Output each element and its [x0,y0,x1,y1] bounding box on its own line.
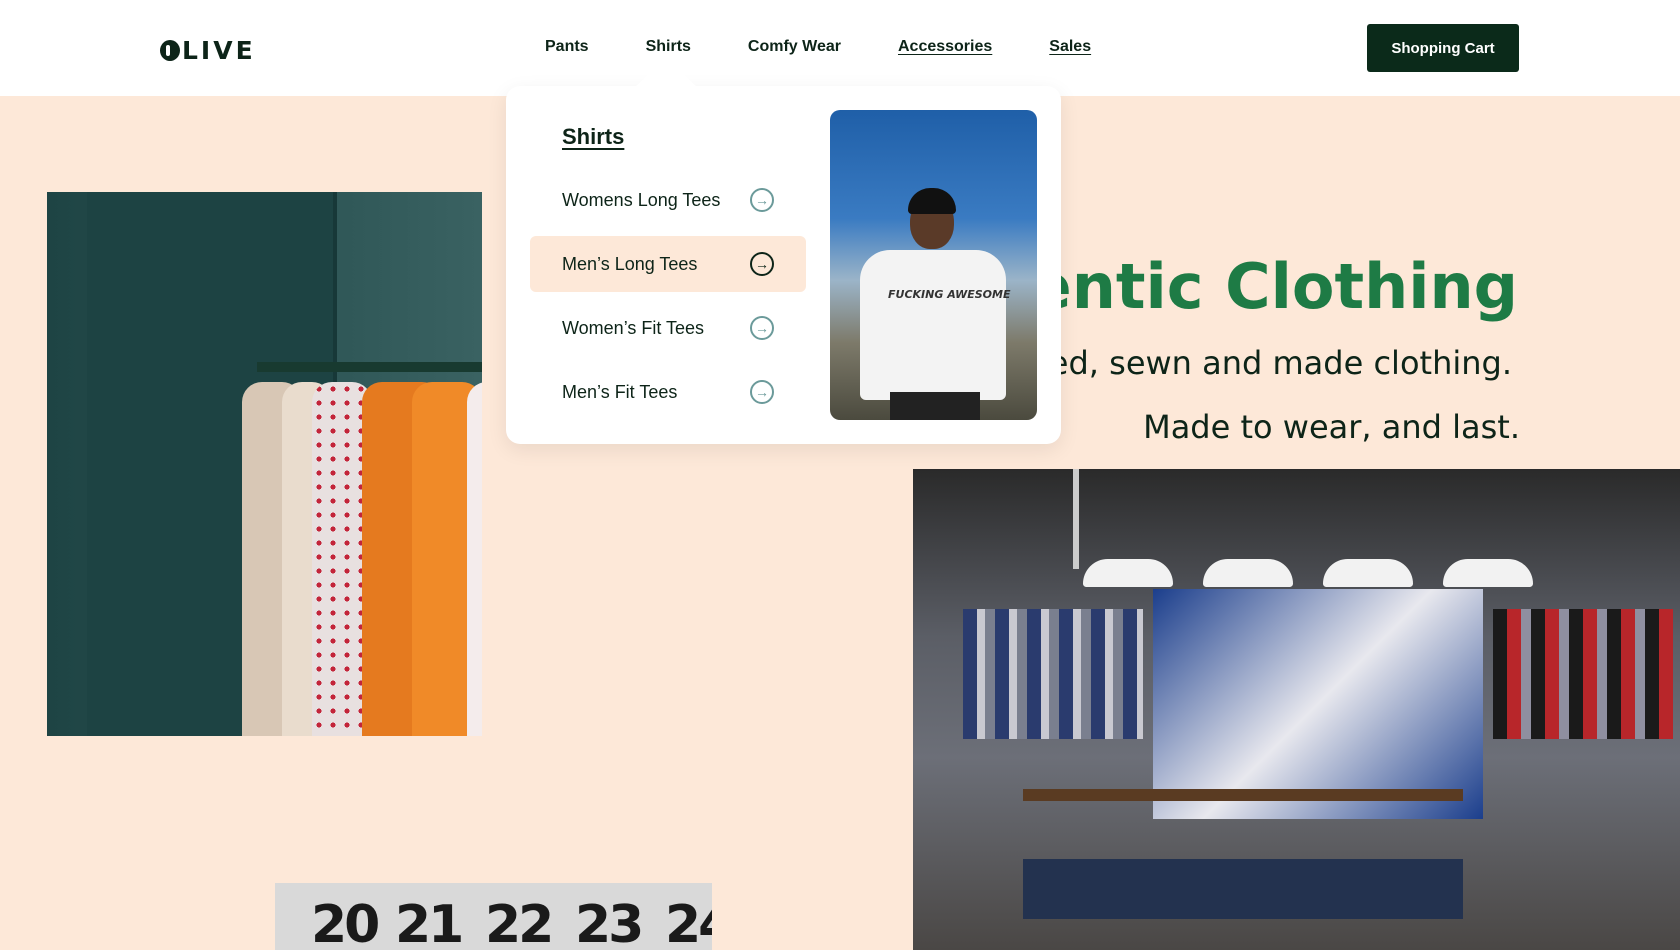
hero-subtitle-2: Made to wear, and last. [1143,408,1520,446]
clothing-rack-image [47,192,482,736]
shirts-dropdown-menu: Shirts Womens Long Tees → Men’s Long Tee… [506,86,1061,444]
nav-sales[interactable]: Sales [1049,38,1091,56]
calendar-number: 24 [665,895,712,950]
dropdown-item-mens-fit-tees[interactable]: Men’s Fit Tees → [530,364,806,420]
logo-text: LIVE [182,36,256,65]
nav-pants[interactable]: Pants [545,38,589,56]
hero-subtitle-1: signed, sewn and made clothing. [982,344,1512,382]
dropdown-item-label: Women’s Fit Tees [562,317,705,338]
calendar-number: 21 [395,895,464,950]
store-interior-image [913,469,1680,950]
brand-logo[interactable]: LIVE [160,36,256,65]
dropdown-heading-link[interactable]: Shirts [562,124,624,150]
arrow-circle-right-icon: → [750,252,774,276]
dropdown-item-label: Womens Long Tees [562,189,721,210]
dropdown-item-womens-long-tees[interactable]: Womens Long Tees → [530,172,806,228]
dropdown-item-mens-long-tees[interactable]: Men’s Long Tees → [530,236,806,292]
shopping-cart-button[interactable]: Shopping Cart [1367,24,1519,72]
nav-comfy-wear[interactable]: Comfy Wear [748,38,841,56]
nav-accessories[interactable]: Accessories [898,38,992,56]
dropdown-promo-photo[interactable]: FUCKING AWESOME [830,110,1037,420]
calendar-number: 22 [485,895,554,950]
calendar-number: 23 [575,895,644,950]
site-header: LIVE Pants Shirts Comfy Wear Accessories… [0,0,1680,96]
calendar-image: 20 21 22 23 24 [275,883,712,950]
dropdown-item-womens-fit-tees[interactable]: Women’s Fit Tees → [530,300,806,356]
nav-shirts[interactable]: Shirts [646,38,691,56]
calendar-number: 20 [311,895,380,950]
arrow-circle-right-icon: → [750,380,774,404]
dropdown-caret [634,58,698,88]
dropdown-item-label: Men’s Long Tees [562,253,698,274]
main-nav: Pants Shirts Comfy Wear Accessories Sale… [545,38,1148,56]
logo-mark-icon [160,40,180,61]
arrow-circle-right-icon: → [750,316,774,340]
dropdown-item-label: Men’s Fit Tees [562,381,678,402]
arrow-circle-right-icon: → [750,188,774,212]
photo-shirt-print: FUCKING AWESOME [888,288,1011,301]
